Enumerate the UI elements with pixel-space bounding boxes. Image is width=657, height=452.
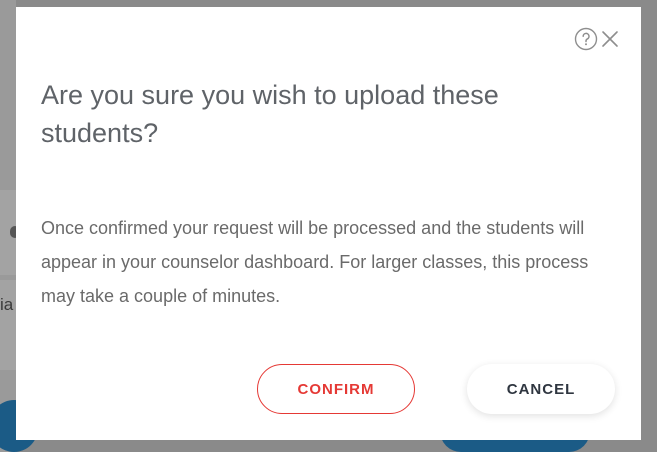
background-row xyxy=(0,280,16,370)
dialog-title: Are you sure you wish to upload these st… xyxy=(41,80,499,148)
help-icon[interactable] xyxy=(574,27,598,51)
background-text: ia xyxy=(0,295,14,314)
confirm-upload-dialog: Are you sure you wish to upload these st… xyxy=(16,7,641,440)
dialog-top-icons xyxy=(574,27,621,51)
cancel-button[interactable]: CANCEL xyxy=(467,364,615,414)
dialog-body-text: Once confirmed your request will be proc… xyxy=(41,218,589,306)
close-icon[interactable] xyxy=(599,28,621,50)
confirm-button[interactable]: CONFIRM xyxy=(257,364,415,414)
